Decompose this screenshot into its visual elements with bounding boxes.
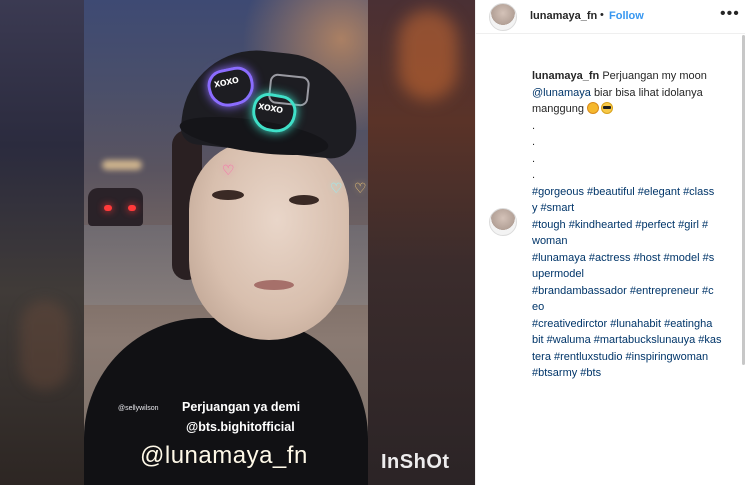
post-side-panel: lunamaya_fn • Follow ••• lunamaya_fn Per… bbox=[475, 0, 745, 485]
star-struck-emoji-icon bbox=[587, 102, 600, 114]
car-tail-light bbox=[128, 205, 136, 211]
avatar[interactable] bbox=[489, 3, 517, 31]
overlay-handle: @lunamaya_fn bbox=[140, 442, 308, 469]
caption-dot: . bbox=[532, 152, 536, 165]
caption-dot: . bbox=[532, 136, 536, 148]
inshot-watermark: InShOt bbox=[381, 451, 450, 473]
caption-avatar[interactable] bbox=[489, 208, 517, 236]
sunglasses-emoji-icon bbox=[601, 102, 614, 114]
heart-icon: ♡ bbox=[222, 162, 235, 178]
post-header: lunamaya_fn • Follow ••• bbox=[476, 0, 745, 34]
hashtag-line[interactable]: upermodel bbox=[532, 266, 740, 283]
more-options-icon[interactable]: ••• bbox=[720, 5, 740, 23]
eye bbox=[289, 195, 319, 205]
blurred-background-left bbox=[0, 0, 84, 485]
heart-icon: ♡ bbox=[330, 180, 343, 196]
lips bbox=[254, 280, 294, 290]
post-caption: lunamaya_fn Perjuangan my moon @lunamaya… bbox=[532, 68, 740, 382]
hashtag-line[interactable]: #gorgeous #beautiful #elegant #class bbox=[532, 184, 740, 201]
street-light bbox=[102, 160, 142, 170]
hashtag-line[interactable]: eo bbox=[532, 299, 740, 316]
eye bbox=[212, 190, 244, 200]
hashtag-line[interactable]: #btsarmy #bts bbox=[532, 365, 740, 382]
hashtag-line[interactable]: bit #waluma #martabuckslunauya #kas bbox=[532, 332, 740, 349]
car-tail-light bbox=[104, 205, 112, 211]
post-media[interactable]: XOXO XOXO ♡ ♡ ♡ @sellywilson Perjuangan … bbox=[0, 0, 475, 485]
header-username[interactable]: lunamaya_fn bbox=[530, 10, 597, 22]
hashtag-line[interactable]: #brandambassador #entrepreneur #c bbox=[532, 283, 740, 300]
overlay-tag: @sellywilson bbox=[118, 405, 159, 412]
caption-text: Perjuangan my moon bbox=[602, 70, 707, 82]
separator-dot: • bbox=[600, 9, 604, 21]
hashtag-line[interactable]: #tough #kindhearted #perfect #girl # bbox=[532, 217, 740, 234]
face bbox=[189, 140, 349, 340]
follow-button[interactable]: Follow bbox=[609, 10, 644, 22]
hashtag-line[interactable]: y #smart bbox=[532, 200, 740, 217]
hashtag-line[interactable]: tera #rentluxstudio #inspiringwoman bbox=[532, 349, 740, 366]
mention-link[interactable]: @lunamaya bbox=[532, 87, 591, 99]
heart-icon: ♡ bbox=[354, 180, 367, 196]
hashtag-line[interactable]: #creativedirctor #lunahabit #eatingha bbox=[532, 316, 740, 333]
hashtag-line[interactable]: woman bbox=[532, 233, 740, 250]
blurred-background-right bbox=[368, 0, 475, 485]
caption-username[interactable]: lunamaya_fn bbox=[532, 70, 599, 82]
overlay-caption-line: Perjuangan ya demi bbox=[182, 400, 301, 414]
caption-dot: . bbox=[532, 169, 536, 181]
hashtag-line[interactable]: #lunamaya #actress #host #model #s bbox=[532, 250, 740, 267]
caption-dot: . bbox=[532, 119, 536, 132]
overlay-caption-line: @bts.bighitofficial bbox=[186, 420, 295, 434]
